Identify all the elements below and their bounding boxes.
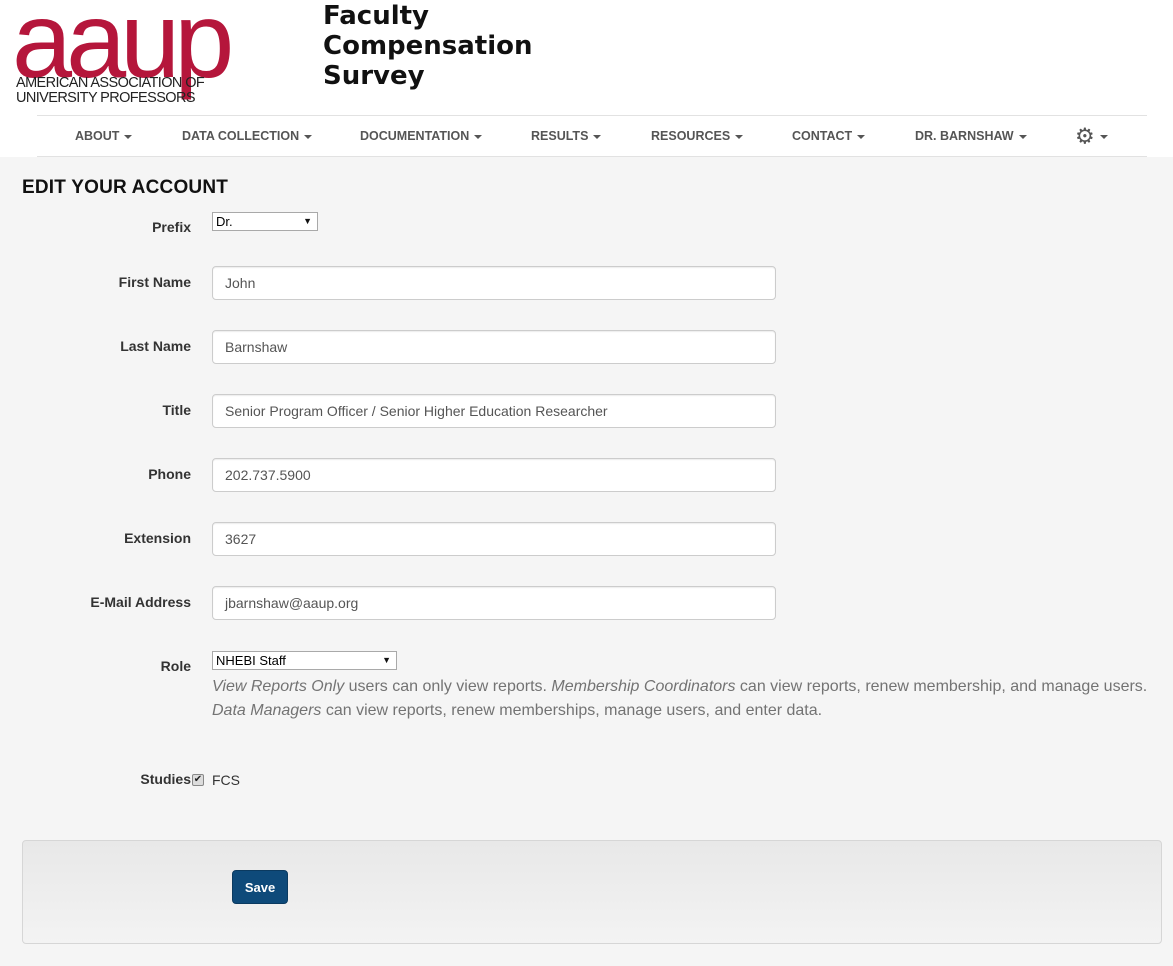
nav-about[interactable]: ABOUT [75, 116, 133, 156]
help-data-managers-em: Data Managers [212, 702, 322, 719]
page-title: EDIT YOUR ACCOUNT [22, 177, 229, 198]
nav-results[interactable]: RESULTS [531, 116, 602, 156]
nav-documentation[interactable]: DOCUMENTATION [360, 116, 483, 156]
nav-resources-label: RESOURCES [651, 129, 731, 143]
caret-down-icon [304, 134, 313, 139]
nav-user-menu[interactable]: DR. BARNSHAW [915, 116, 1027, 156]
help-membership-text: can view reports, renew membership, and … [735, 678, 1148, 695]
site-title: Faculty Compensation Survey [323, 1, 583, 91]
extension-label: Extension [124, 530, 191, 546]
site-title-line1: Faculty [323, 1, 429, 31]
main-nav: ABOUT DATA COLLECTION DOCUMENTATION RESU… [37, 115, 1147, 157]
dropdown-arrow-icon: ▼ [303, 216, 312, 226]
phone-label: Phone [148, 466, 191, 482]
role-select-value: NHEBI Staff [216, 653, 286, 668]
nav-results-label: RESULTS [531, 129, 589, 143]
nav-settings[interactable]: ⚙ [1075, 116, 1108, 156]
help-view-only-em: View Reports Only [212, 678, 345, 695]
studies-fcs-checkbox[interactable]: ✔ [192, 774, 204, 786]
prefix-label: Prefix [152, 219, 191, 235]
studies-label: Studies [140, 771, 191, 787]
last-name-field[interactable]: Barnshaw [212, 330, 776, 364]
title-label: Title [162, 402, 191, 418]
help-membership-em: Membership Coordinators [551, 678, 736, 695]
phone-field[interactable]: 202.737.5900 [212, 458, 776, 492]
role-help-text: View Reports Only users can only view re… [212, 675, 1162, 723]
role-select[interactable]: NHEBI Staff ▼ [212, 651, 397, 670]
last-name-label: Last Name [120, 338, 191, 354]
caret-down-icon [593, 134, 602, 139]
nav-contact[interactable]: CONTACT [792, 116, 866, 156]
caret-down-icon [474, 134, 483, 139]
first-name-label: First Name [118, 274, 191, 290]
site-header: aaup AMERICAN ASSOCIATION OF UNIVERSITY … [0, 0, 1173, 157]
save-button[interactable]: Save [232, 870, 288, 904]
nav-data-collection-label: DATA COLLECTION [182, 129, 300, 143]
nav-data-collection[interactable]: DATA COLLECTION [182, 116, 313, 156]
email-field[interactable]: jbarnshaw@aaup.org [212, 586, 776, 620]
nav-about-label: ABOUT [75, 129, 120, 143]
logo-subtitle-line1: AMERICAN ASSOCIATION OF [16, 75, 205, 91]
nav-user-menu-label: DR. BARNSHAW [915, 129, 1014, 143]
nav-resources[interactable]: RESOURCES [651, 116, 744, 156]
site-title-line3: Survey [323, 61, 425, 91]
logo-subtitle-line2: UNIVERSITY PROFESSORS [16, 90, 196, 106]
nav-contact-label: CONTACT [792, 129, 853, 143]
help-view-only-text: users can only view reports. [344, 678, 552, 695]
prefix-select[interactable]: Dr. ▼ [212, 212, 318, 231]
nav-documentation-label: DOCUMENTATION [360, 129, 470, 143]
caret-down-icon [857, 134, 866, 139]
caret-down-icon [735, 134, 744, 139]
dropdown-arrow-icon: ▼ [382, 655, 391, 665]
gear-icon: ⚙ [1075, 123, 1095, 149]
role-label: Role [160, 658, 191, 674]
prefix-select-value: Dr. [216, 214, 233, 229]
checkmark-icon: ✔ [193, 774, 203, 785]
form-actions-panel: Save [22, 840, 1162, 944]
email-label: E-Mail Address [90, 594, 191, 610]
help-data-managers-text: can view reports, renew memberships, man… [321, 702, 823, 719]
extension-field[interactable]: 3627 [212, 522, 776, 556]
caret-down-icon [1099, 134, 1108, 139]
caret-down-icon [1018, 134, 1027, 139]
title-field[interactable]: Senior Program Officer / Senior Higher E… [212, 394, 776, 428]
first-name-field[interactable]: John [212, 266, 776, 300]
studies-fcs-label[interactable]: FCS [212, 772, 240, 788]
site-title-line2: Compensation [323, 31, 533, 61]
caret-down-icon [124, 134, 133, 139]
